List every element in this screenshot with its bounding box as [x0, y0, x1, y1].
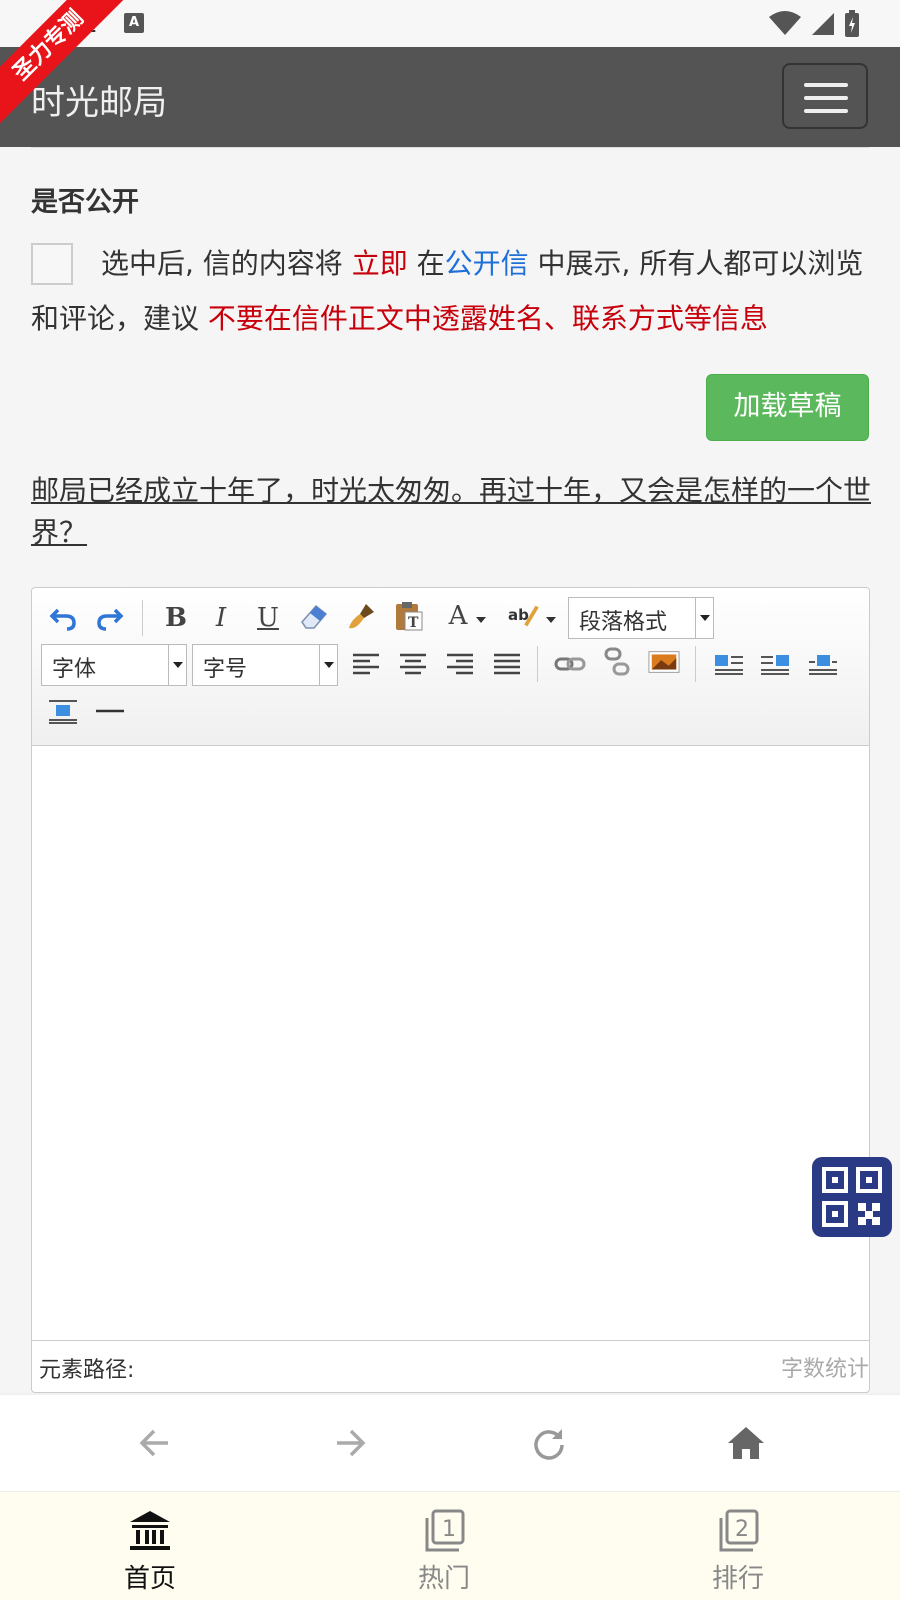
editor-status-bar: 元素路径: 字数统计: [32, 1340, 869, 1384]
status-bar: 21 A: [0, 0, 900, 47]
image-icon[interactable]: [648, 646, 680, 678]
letter-prompt: 邮局已经成立十年了，时光太匆匆。再过十年，又会是怎样的一个世界？: [31, 474, 872, 549]
hamburger-icon-bar: [804, 109, 848, 113]
battery-icon: [845, 10, 859, 37]
svg-text:1: 1: [442, 1517, 456, 1542]
link-icon[interactable]: [554, 648, 586, 680]
font-family-select[interactable]: 字体: [41, 644, 187, 686]
home-icon[interactable]: [724, 1421, 768, 1465]
hamburger-icon-bar: [804, 96, 848, 100]
load-draft-button[interactable]: 加载草稿: [706, 374, 869, 441]
wifi-icon: [769, 11, 801, 35]
stack-1-icon: 1: [425, 1509, 465, 1552]
paragraph-format-value: 段落格式: [579, 610, 668, 635]
image-float-right-icon[interactable]: [759, 648, 791, 680]
tab-hot[interactable]: 1 热门: [294, 1492, 594, 1600]
tab-home[interactable]: 首页: [0, 1492, 300, 1600]
browser-nav-bar: [0, 1395, 900, 1491]
bottom-tab-bar: 首页 1 热门 2 排行: [0, 1491, 900, 1600]
public-letters-link[interactable]: 公开信: [445, 247, 529, 280]
divider: [31, 147, 869, 148]
font-color-dropdown-icon[interactable]: [474, 604, 488, 636]
note-text-1: 选中后, 信的内容将: [101, 247, 352, 280]
top-navbar: 时光邮局: [0, 47, 900, 147]
image-inline-icon[interactable]: [807, 648, 839, 680]
font-family-value: 字体: [52, 657, 97, 682]
unlink-icon[interactable]: [602, 646, 634, 678]
qr-code-icon: [822, 1167, 882, 1227]
align-left-icon[interactable]: [350, 648, 382, 680]
align-right-icon[interactable]: [444, 648, 476, 680]
public-section-title: 是否公开: [31, 187, 139, 218]
element-path-label: 元素路径:: [39, 1358, 135, 1383]
note-text-2: 在: [407, 247, 445, 280]
refresh-icon[interactable]: [527, 1421, 571, 1465]
font-size-value: 字号: [203, 657, 248, 682]
hamburger-icon-bar: [804, 83, 848, 87]
tab-home-label: 首页: [123, 1564, 176, 1594]
eraser-icon[interactable]: [298, 600, 330, 632]
chevron-down-icon: [319, 645, 337, 685]
tab-ranking-label: 排行: [711, 1564, 764, 1594]
highlight-dropdown-icon[interactable]: [544, 604, 558, 636]
italic-button[interactable]: I: [205, 602, 237, 634]
bank-icon: [130, 1511, 170, 1550]
paragraph-format-select[interactable]: 段落格式: [568, 597, 714, 639]
hamburger-menu-button[interactable]: [782, 63, 868, 129]
editor-toolbar: B I U T A ab 段落格式 字体 字号: [32, 588, 869, 746]
format-brush-icon[interactable]: [346, 600, 378, 632]
image-center-icon[interactable]: [47, 695, 79, 727]
font-size-select[interactable]: 字号: [192, 644, 338, 686]
undo-icon[interactable]: [47, 602, 79, 634]
note-warning: 不要在信件正文中透露姓名、联系方式等信息: [207, 302, 768, 335]
tab-ranking[interactable]: 2 排行: [588, 1492, 888, 1600]
note-immediate: 立即: [351, 247, 408, 280]
signal-icon: [812, 13, 834, 35]
svg-text:ab: ab: [508, 606, 529, 624]
horizontal-rule-icon[interactable]: [94, 695, 126, 727]
chevron-down-icon: [695, 598, 713, 638]
image-float-left-icon[interactable]: [713, 648, 745, 680]
bold-button[interactable]: B: [160, 602, 192, 634]
svg-text:2: 2: [735, 1517, 749, 1542]
rich-text-editor: B I U T A ab 段落格式 字体 字号 元素路径: 字数统计: [31, 587, 870, 1393]
toolbar-separator: [695, 646, 696, 682]
align-justify-icon[interactable]: [491, 648, 523, 680]
stack-2-icon: 2: [719, 1509, 759, 1552]
editor-content-area[interactable]: [32, 746, 869, 1340]
public-note: 选中后, 信的内容将 立即 在公开信 中展示, 所有人都可以浏览和评论，建议 不…: [31, 236, 879, 346]
forward-icon[interactable]: [329, 1421, 373, 1465]
chevron-down-icon: [168, 645, 186, 685]
align-center-icon[interactable]: [397, 648, 429, 680]
brand-title[interactable]: 时光邮局: [31, 75, 167, 124]
toolbar-separator: [537, 646, 538, 682]
status-icons: [768, 10, 860, 38]
svg-text:T: T: [408, 615, 419, 631]
notification-a-icon: A: [124, 13, 144, 33]
underline-button[interactable]: U: [252, 602, 284, 634]
paste-text-icon[interactable]: T: [393, 600, 425, 632]
public-checkbox[interactable]: [31, 243, 73, 285]
toolbar-separator: [142, 600, 143, 636]
redo-icon[interactable]: [94, 602, 126, 634]
font-color-button[interactable]: A: [442, 600, 474, 632]
back-icon[interactable]: [132, 1421, 176, 1465]
highlight-color-icon[interactable]: ab: [507, 600, 539, 632]
tab-hot-label: 热门: [417, 1564, 470, 1594]
word-count-label: 字数统计: [780, 1357, 869, 1382]
qr-code-button[interactable]: [812, 1157, 892, 1237]
